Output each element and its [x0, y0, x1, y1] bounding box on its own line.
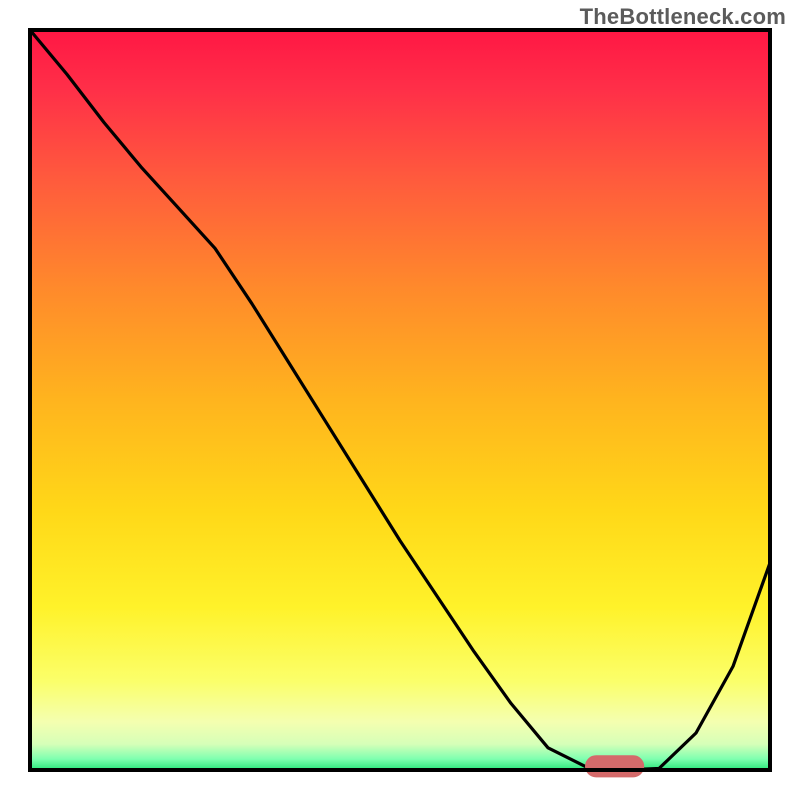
bottleneck-chart [0, 0, 800, 800]
plot-background [30, 30, 770, 770]
watermark-text: TheBottleneck.com [580, 4, 786, 30]
optimum-marker [585, 755, 644, 777]
chart-container: TheBottleneck.com [0, 0, 800, 800]
